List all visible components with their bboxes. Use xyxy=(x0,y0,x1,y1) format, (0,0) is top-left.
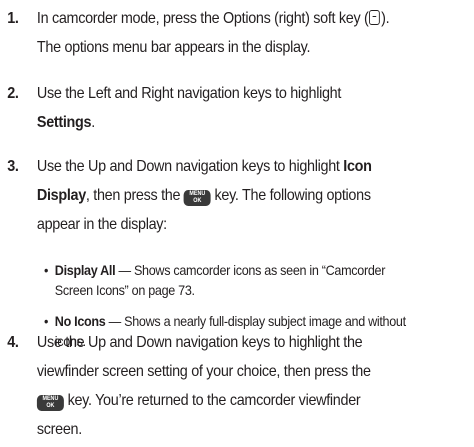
step-number: 1. xyxy=(7,10,19,27)
step-text-segment: ). xyxy=(381,10,390,27)
bullet-text-segment: — Shows camcorder icons as seen in “Camc… xyxy=(115,262,386,278)
step-text-segment: Use the Up and Down navigation keys to h… xyxy=(36,158,344,175)
step-line: Settings. xyxy=(37,108,471,137)
bullet-title: Display All xyxy=(54,262,116,278)
step-line: screen. xyxy=(36,421,82,438)
bullet-title: No Icons xyxy=(54,313,106,329)
menu-ok-key-icon: MENU OK xyxy=(36,395,64,411)
right-soft-key-icon xyxy=(369,10,381,25)
step-line: Use the Left and Right navigation keys t… xyxy=(36,85,342,102)
step-bold-term: Settings xyxy=(36,114,92,131)
step-number: 4. xyxy=(7,334,19,351)
step-bold-term: Icon xyxy=(343,158,372,175)
bullet-line: Screen Icons” on page 73. xyxy=(54,282,195,298)
step-number: 3. xyxy=(7,158,19,175)
menu-key-top-label: MENU xyxy=(189,191,206,197)
bullet-text-segment: — Shows a nearly full-display subject im… xyxy=(105,313,406,329)
step-line: viewfinder screen setting of your choice… xyxy=(36,363,371,380)
bullet-marker: • xyxy=(44,262,49,278)
step-bold-term: Display xyxy=(36,187,86,204)
step-text: Use the Up and Down navigation keys to h… xyxy=(37,152,471,239)
step-line: Use the Up and Down navigation keys to h… xyxy=(37,152,471,181)
menu-key-top-label: MENU xyxy=(42,396,59,402)
step-line: The options menu bar appears in the disp… xyxy=(36,39,311,56)
step-line: MENU OK key. You’re returned to the camco… xyxy=(36,386,471,415)
bullet-line: Display All — Shows camcorder icons as s… xyxy=(55,260,467,280)
step-text-segment: In camcorder mode, press the Options (ri… xyxy=(36,10,369,27)
step-text: In camcorder mode, press the Options (ri… xyxy=(37,4,471,62)
menu-key-bottom-label: OK xyxy=(46,403,55,409)
menu-key-bottom-label: OK xyxy=(193,198,202,204)
step-text: Use the Up and Down navigation keys to h… xyxy=(36,328,471,444)
step-line: appear in the display: xyxy=(36,216,167,233)
step-text-segment: . xyxy=(91,114,95,131)
step-line: In camcorder mode, press the Options (ri… xyxy=(37,4,471,33)
bullet-text: Display All — Shows camcorder icons as s… xyxy=(55,260,467,300)
step-text-segment: key. You’re returned to the camcorder vi… xyxy=(63,392,361,409)
step-text: Use the Left and Right navigation keys t… xyxy=(37,79,471,137)
step-line: Display, then press the MENU OK key. The … xyxy=(37,181,471,210)
step-text-segment: , then press the xyxy=(85,187,184,204)
step-number: 2. xyxy=(7,85,19,102)
step-text-segment: key. The following options xyxy=(210,187,371,204)
manual-page: 1. In camcorder mode, press the Options … xyxy=(0,0,474,447)
step-line: Use the Up and Down navigation keys to h… xyxy=(36,334,363,351)
menu-ok-key-icon: MENU OK xyxy=(183,190,211,206)
